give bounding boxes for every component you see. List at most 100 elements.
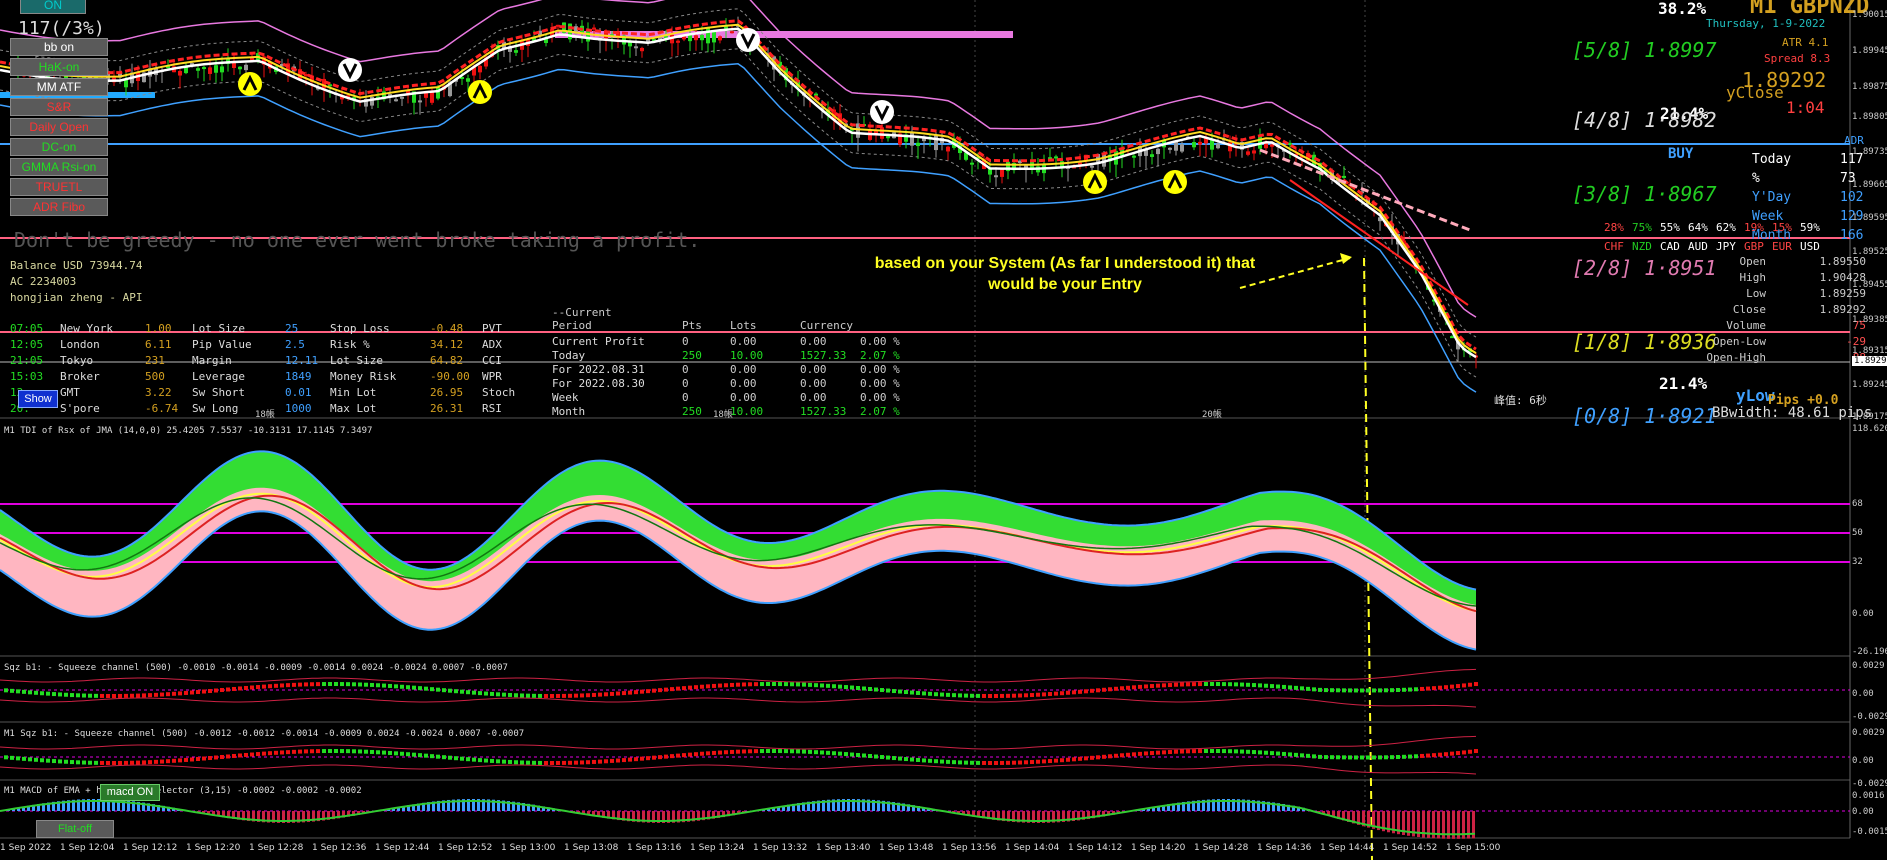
toggle-button-mm-atf[interactable]: MM ATF — [10, 78, 108, 96]
sqz1-dot — [280, 683, 284, 688]
sqz2-dot — [1426, 753, 1430, 758]
sqz1-dot — [22, 689, 26, 694]
sqz2-dot — [1366, 755, 1370, 760]
perf-cell: 2.07 % — [860, 349, 900, 362]
sqz1-dot — [772, 682, 776, 687]
price-axis-tick: 1.89805 — [1852, 112, 1887, 122]
sqz2-dot — [802, 749, 806, 754]
sqz1-dot — [64, 692, 68, 697]
time-axis-tick: 1 Sep 13:00 — [501, 843, 556, 853]
sqz1-dot — [70, 693, 74, 698]
session-time: 07:05 — [10, 322, 44, 335]
sqz2-dot — [1060, 758, 1064, 763]
sqz1-dot — [1324, 688, 1328, 693]
sqz1-dot — [826, 683, 830, 688]
sqz1-dot — [340, 682, 344, 687]
candle-body — [1132, 155, 1136, 158]
candle-body — [1450, 336, 1454, 339]
sqz2-dot — [370, 749, 374, 754]
sqz2-dot — [1450, 751, 1454, 756]
toggle-button-s-r[interactable]: S&R — [10, 98, 108, 116]
sqz2-dot — [784, 749, 788, 754]
sqz1-dot — [154, 692, 158, 697]
sqz2-dot — [1378, 755, 1382, 760]
risk-value-2: 26.31 — [430, 402, 464, 415]
sqz2-dot — [586, 760, 590, 765]
sqz2-dot — [424, 753, 428, 758]
strength-currency: AUD — [1688, 240, 1708, 253]
sqz2-dot — [232, 753, 236, 758]
sqz2-dot — [562, 760, 566, 765]
sqz2-dot — [646, 756, 650, 761]
toggle-button-hak-on[interactable]: HaK-on — [10, 58, 108, 76]
toggle-button-on[interactable]: ON — [20, 0, 86, 14]
sqz1-dot — [292, 682, 296, 687]
sqz1-dot — [928, 691, 932, 696]
atr-value: ATR 4.1 — [1782, 36, 1829, 49]
toggle-button-daily-open[interactable]: Daily Open — [10, 118, 108, 136]
sqz2-lower-channel — [0, 764, 1477, 775]
toggle-button-bb-on[interactable]: bb on — [10, 38, 108, 56]
sqz2-dot — [676, 753, 680, 758]
sqz1-dot — [604, 692, 608, 697]
candle-body — [994, 175, 998, 178]
sqz1-dot — [568, 693, 572, 698]
sqz1-dot — [844, 685, 848, 690]
sqz1-dot — [790, 682, 794, 687]
sqz2-dot — [394, 751, 398, 756]
sqz2-dot — [598, 759, 602, 764]
toggle-button-truetl[interactable]: TRUETL — [10, 178, 108, 196]
time-axis-tick: 1 Sep 14:04 — [1005, 843, 1060, 853]
sqz2-dot — [88, 760, 92, 765]
sqz2-dot — [502, 759, 506, 764]
sqz2-dot — [922, 758, 926, 763]
sqz2-dot — [1276, 751, 1280, 756]
sqz2-dot — [1114, 753, 1118, 758]
flat-toggle-button[interactable]: Flat-off — [36, 820, 114, 838]
candle-body — [514, 50, 518, 53]
sqz2-dot — [292, 749, 296, 754]
sqz2-dot — [622, 758, 626, 763]
sqz2-dot — [820, 750, 824, 755]
murrey-level-label: [4/8] 1·8982 — [1572, 108, 1717, 132]
sqz2-dot — [670, 754, 674, 759]
indicator-name: CCI — [482, 354, 502, 367]
sqz1-dot — [610, 691, 614, 696]
sqz1-dot — [862, 686, 866, 691]
sqz2-dot — [706, 751, 710, 756]
candle-body — [1246, 151, 1250, 155]
price-axis-tick: 1.89665 — [1852, 180, 1887, 190]
candle-body — [208, 67, 212, 74]
sqz1-dot — [1072, 690, 1076, 695]
perf-cell: 0.00 % — [860, 363, 900, 376]
sqz2-dot — [928, 758, 932, 763]
sqz2-dot — [1246, 749, 1250, 754]
session-value: 1.00 — [145, 322, 172, 335]
sqz2-dot — [400, 751, 404, 756]
greed-banner: Don't be greedy - no one ever went broke… — [14, 228, 701, 252]
sqz2-dot — [178, 758, 182, 763]
sqz2-dot — [196, 757, 200, 762]
sqz1-dot — [178, 691, 182, 696]
sqz1-dot — [832, 684, 836, 689]
strength-currency: USD — [1800, 240, 1820, 253]
sqz1-dot — [52, 692, 56, 697]
sqz1-dot — [508, 692, 512, 697]
sub-axis-tick: -26.1968 — [1852, 647, 1887, 657]
sqz1-dot — [232, 686, 236, 691]
sqz1-dot — [616, 691, 620, 696]
sqz2-dot — [904, 757, 908, 762]
macd-toggle-button[interactable]: macd ON — [100, 784, 160, 801]
toggle-button-dc-on[interactable]: DC-on — [10, 138, 108, 156]
toggle-button-gmma-rsi-on[interactable]: GMMA Rsi-on — [10, 158, 108, 176]
sqz2-dot — [892, 756, 896, 761]
sqz2-dot — [454, 756, 458, 761]
price-axis-tick: 1.89455 — [1852, 280, 1887, 290]
price-axis-tick: 1.89945 — [1852, 46, 1887, 56]
sqz1-dot — [1354, 688, 1358, 693]
show-button[interactable]: Show — [18, 390, 58, 408]
candle-body — [946, 146, 950, 152]
toggle-button-adr-fibo[interactable]: ADR Fibo — [10, 198, 108, 216]
murrey-level-label: [2/8] 1·8951 — [1572, 256, 1717, 280]
sqz2-dot — [376, 750, 380, 755]
